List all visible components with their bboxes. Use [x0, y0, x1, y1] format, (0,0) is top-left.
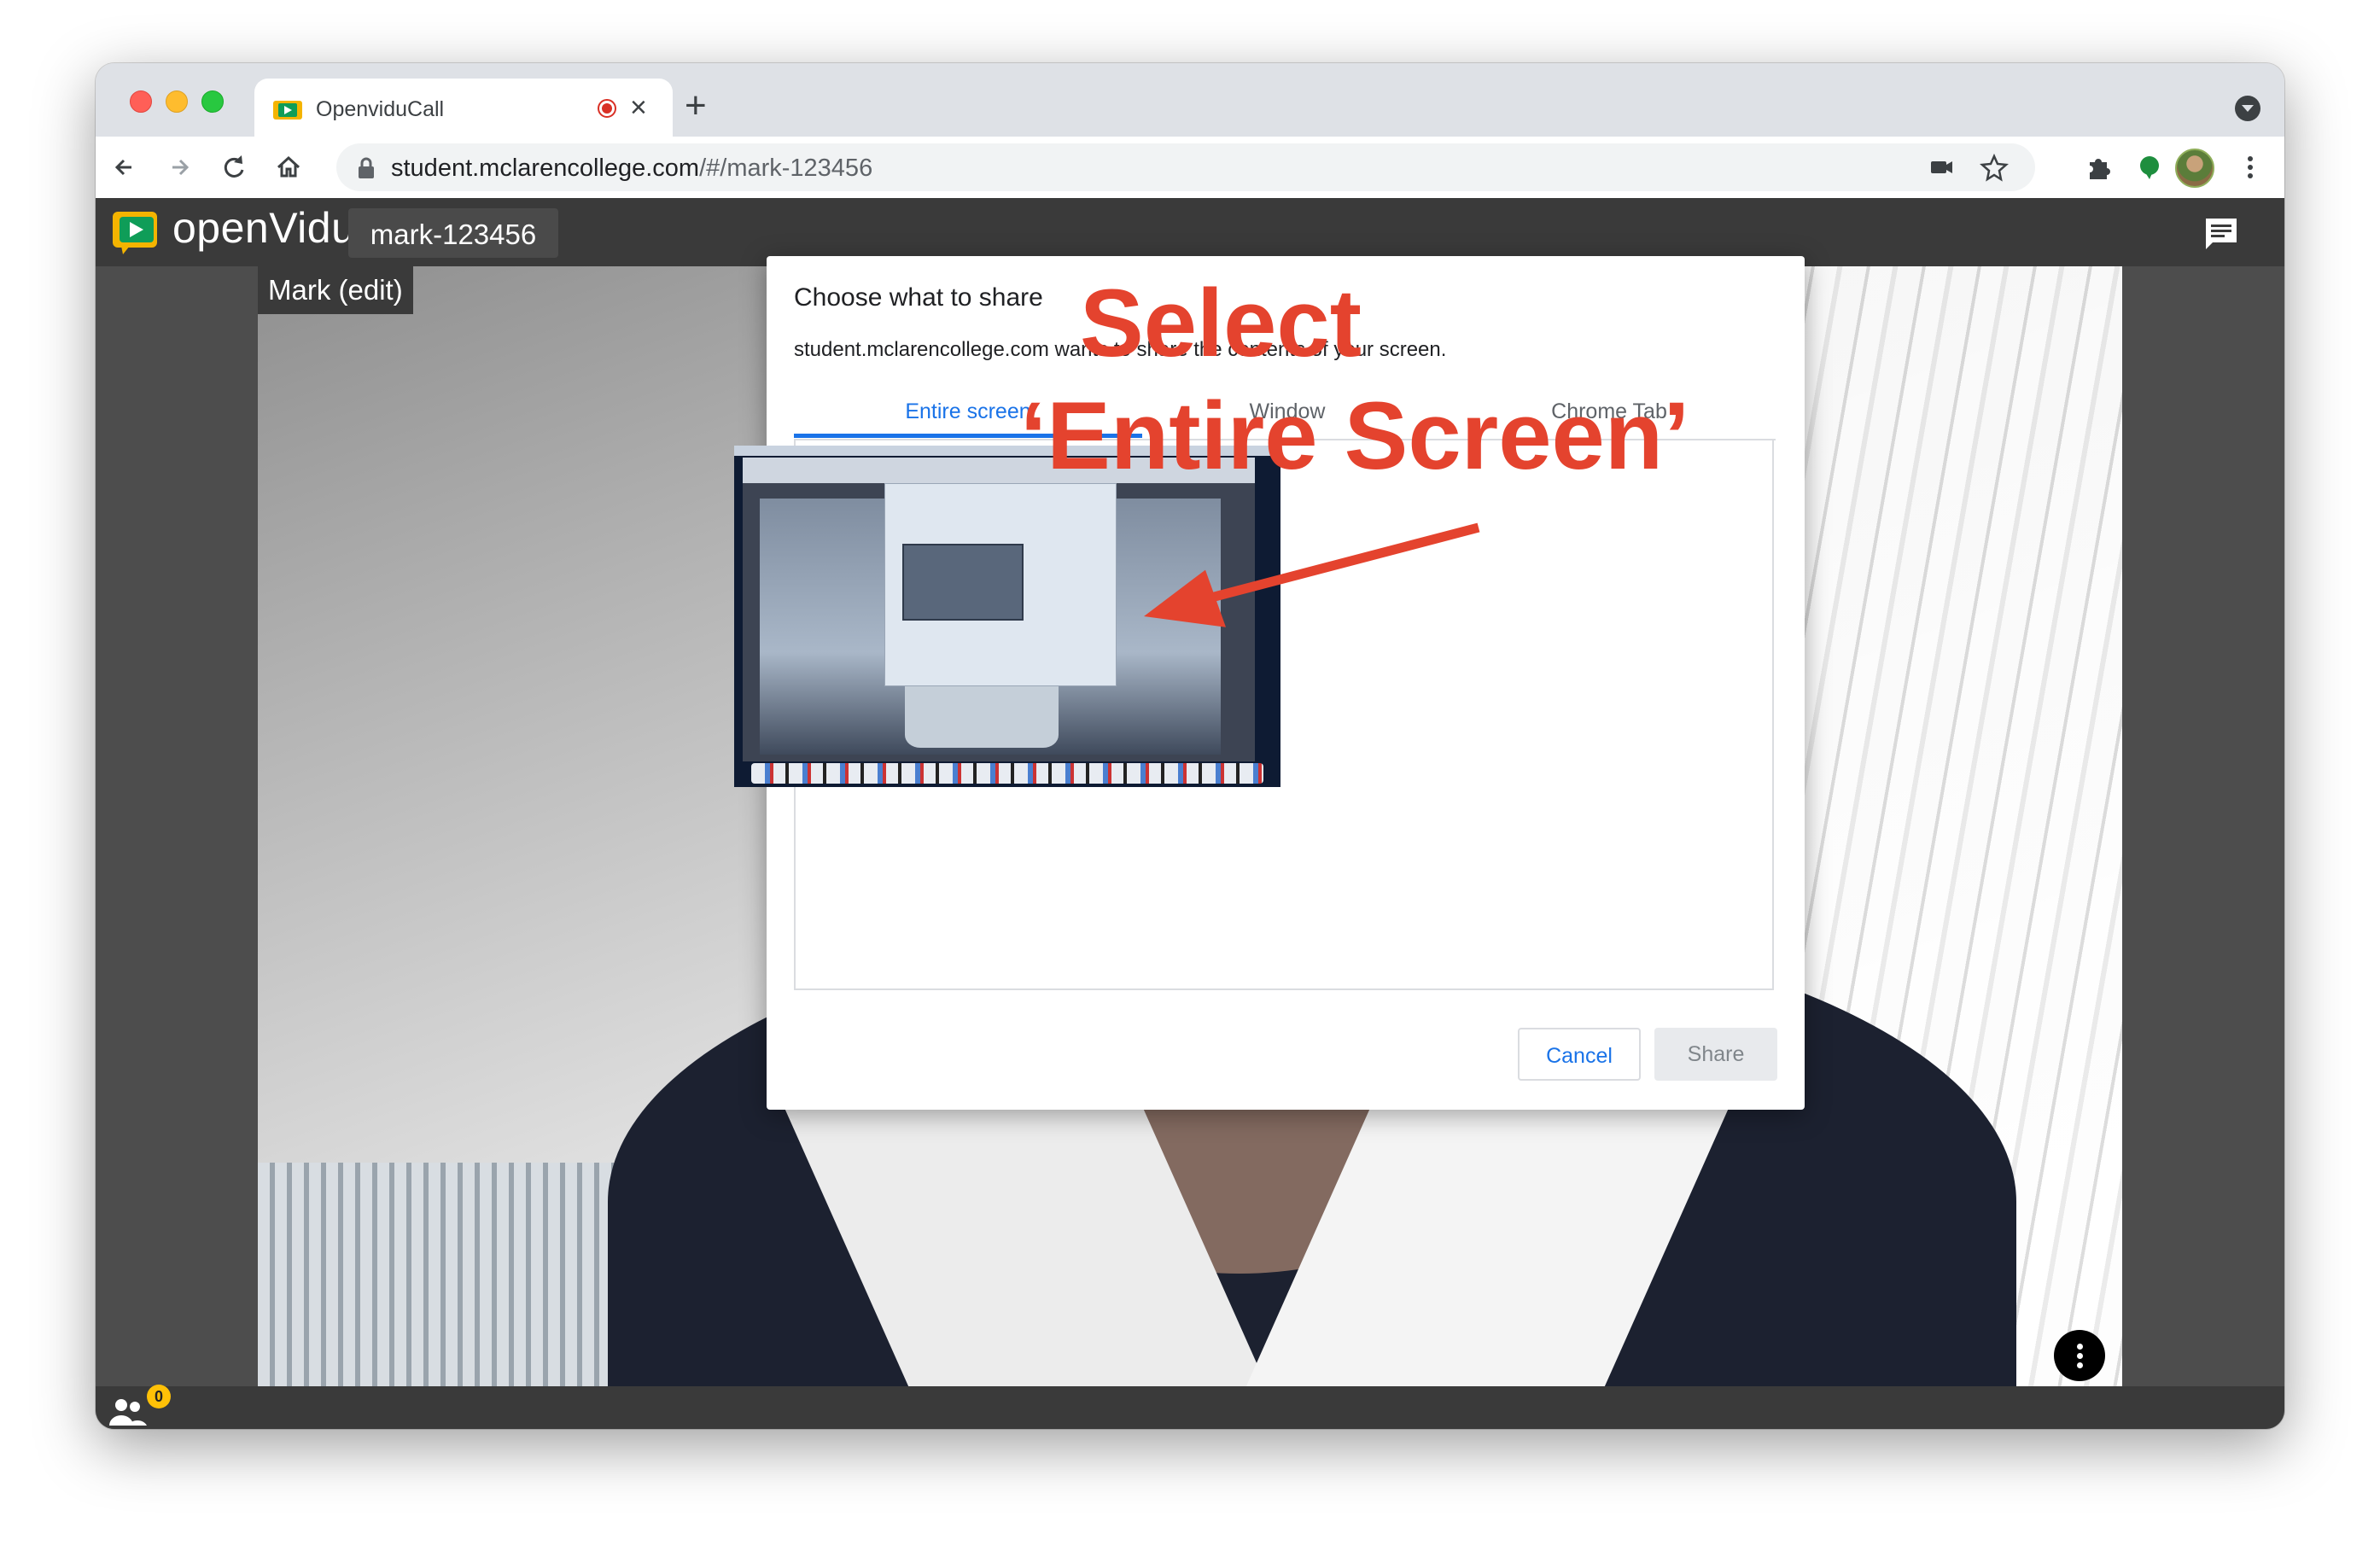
- app-logo-text: openVidu: [172, 204, 356, 252]
- browser-menu-icon[interactable]: [2231, 149, 2269, 186]
- browser-tab[interactable]: OpenviduCall ×: [254, 79, 673, 137]
- dot: [2077, 1344, 2083, 1350]
- camera-in-use-icon[interactable]: [1922, 149, 1960, 186]
- home-icon: [277, 155, 300, 178]
- openvidu-logo-icon: [113, 212, 157, 254]
- home-button[interactable]: [270, 149, 307, 186]
- thumbnail-dock: [751, 763, 1263, 784]
- reload-button[interactable]: [215, 149, 253, 186]
- reload-icon: [224, 155, 244, 178]
- browser-window: OpenviduCall × + student.mclarencollege.…: [96, 63, 2284, 1429]
- minimize-window-button[interactable]: [166, 90, 188, 113]
- openvidu-favicon-icon: [273, 101, 302, 120]
- cancel-button[interactable]: Cancel: [1518, 1028, 1641, 1081]
- session-name: mark-123456: [370, 219, 537, 250]
- thumbnail-mini-preview: [902, 544, 1024, 621]
- participant-name: Mark (edit): [268, 274, 403, 306]
- url-path: /#/mark-123456: [699, 155, 873, 182]
- back-arrow-icon: [114, 159, 131, 176]
- close-window-button[interactable]: [130, 90, 152, 113]
- thumbnail-dialog: [884, 483, 1117, 686]
- browser-toolbar: student.mclarencollege.com/#/mark-123456: [96, 137, 2284, 198]
- recording-indicator-icon: [598, 99, 616, 118]
- participants-count-badge: 0: [147, 1385, 171, 1408]
- people-icon: [109, 1399, 147, 1426]
- lock-icon[interactable]: [357, 157, 376, 179]
- annotation-text-entire-screen: ‘Entire Screen’: [1020, 382, 1690, 489]
- forward-arrow-icon: [172, 159, 190, 176]
- address-bar[interactable]: student.mclarencollege.com/#/mark-123456: [336, 143, 2035, 191]
- participant-name-tag[interactable]: Mark (edit): [258, 266, 413, 314]
- bottom-toolbar: 0: [96, 1385, 2284, 1429]
- annotation-arrow-icon: [1144, 522, 1480, 627]
- chat-icon[interactable]: [2202, 215, 2240, 253]
- back-button[interactable]: [106, 149, 143, 186]
- extension-icon[interactable]: [2131, 149, 2168, 186]
- maximize-window-button[interactable]: [201, 90, 224, 113]
- url-host: student.mclarencollege.com: [391, 155, 700, 182]
- extensions-puzzle-icon[interactable]: [2080, 149, 2117, 186]
- dot: [2077, 1353, 2083, 1359]
- url-text: student.mclarencollege.com/#/mark-123456: [391, 155, 872, 183]
- annotation-text-select: Select: [1080, 270, 1362, 376]
- bookmark-star-icon[interactable]: [1975, 149, 2013, 186]
- tab-title: OpenviduCall: [316, 97, 445, 121]
- close-tab-icon[interactable]: ×: [630, 90, 647, 125]
- new-tab-button[interactable]: +: [685, 87, 707, 125]
- tab-strip: OpenviduCall × +: [96, 63, 2284, 137]
- dialog-title: Choose what to share: [794, 283, 1043, 312]
- video-left-blinds: [258, 1163, 616, 1386]
- dot: [2077, 1362, 2083, 1368]
- forward-button[interactable]: [160, 149, 198, 186]
- session-name-box: mark-123456: [348, 208, 558, 258]
- video-options-button[interactable]: [2054, 1330, 2105, 1381]
- tab-search-icon[interactable]: [2235, 96, 2260, 121]
- profile-avatar[interactable]: [2175, 149, 2214, 188]
- participants-button[interactable]: 0: [108, 1385, 171, 1427]
- share-button[interactable]: Share: [1654, 1028, 1777, 1081]
